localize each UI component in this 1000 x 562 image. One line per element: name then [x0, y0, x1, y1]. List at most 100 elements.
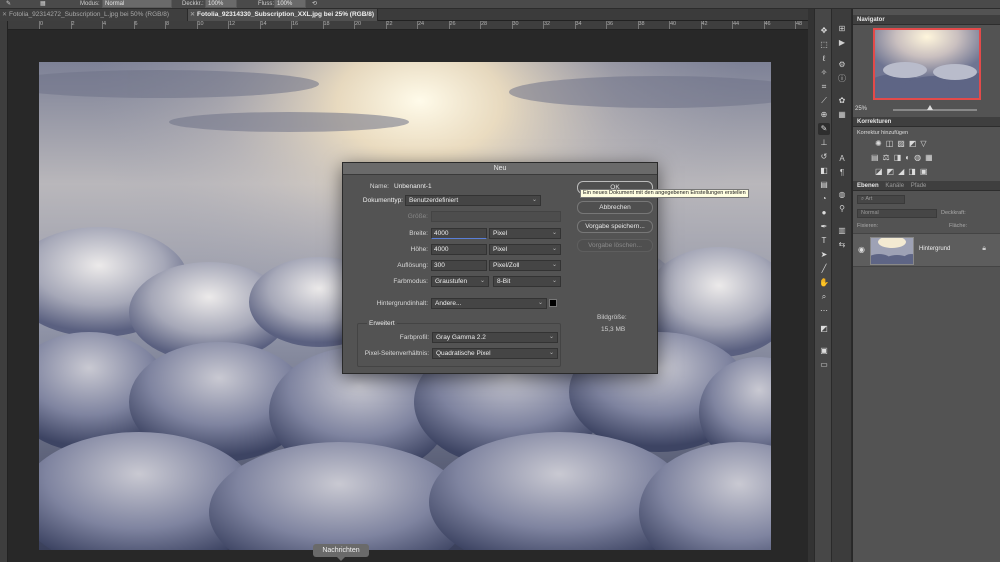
save-preset-button[interactable]: Vorgabe speichern...: [577, 220, 653, 233]
ruler-label: 22: [386, 21, 393, 27]
opacity-field[interactable]: 100%: [205, 0, 237, 8]
crop-tool-icon[interactable]: ⌗: [818, 81, 830, 93]
right-panels: Navigator 25% Korrekturen Korrektur hinz…: [853, 9, 1000, 562]
adjustment-icons-row-3[interactable]: ◪◩◢◨▣: [875, 167, 931, 176]
tab-layers[interactable]: Ebenen: [857, 183, 879, 189]
ruler-label: 12: [229, 21, 236, 27]
lock-icon[interactable]: 🔒︎: [982, 245, 986, 253]
layer-filter-select[interactable]: ⌕ Art: [857, 195, 905, 204]
options-bar: ✎ ▦ Modus: Normal Deckkr.: 100% Fluss: 1…: [0, 0, 1000, 9]
chevron-down-icon: ⌄: [548, 350, 554, 356]
tab-channels[interactable]: Kanäle: [885, 183, 904, 189]
pen-tool-icon[interactable]: ✒: [818, 221, 830, 233]
pixel-aspect-select[interactable]: Quadratische Pixel ⌄: [432, 348, 558, 359]
airbrush-icon[interactable]: ⟲: [312, 0, 317, 8]
zoom-tool-icon[interactable]: ⌕: [818, 291, 830, 303]
gradient-tool-icon[interactable]: ▤: [818, 179, 830, 191]
doctype-label: Dokumenttyp:: [362, 197, 403, 204]
layer-thumbnail[interactable]: [870, 237, 914, 265]
resolution-unit-select[interactable]: Pixel/Zoll ⌄: [489, 260, 561, 271]
color-icon[interactable]: ✿: [836, 95, 848, 107]
clone-source-icon[interactable]: ⚲: [836, 203, 848, 215]
zoom-slider[interactable]: [893, 109, 977, 111]
healing-tool-icon[interactable]: ⊕: [818, 109, 830, 121]
zoom-slider-knob[interactable]: [927, 105, 933, 110]
adjustment-icons-row-2[interactable]: ▤⚖◨◐◍▦: [871, 153, 937, 162]
doctype-select[interactable]: Benutzerdefiniert ⌄: [405, 195, 541, 206]
navigator-thumbnail[interactable]: [873, 28, 981, 100]
width-input[interactable]: 4000: [431, 228, 487, 239]
ruler-label: 18: [323, 21, 330, 27]
eraser-tool-icon[interactable]: ◧: [818, 165, 830, 177]
height-input[interactable]: 4000: [431, 244, 487, 255]
width-unit-select[interactable]: Pixel ⌄: [489, 228, 561, 239]
quick-select-tool-icon[interactable]: ✧: [818, 67, 830, 79]
close-icon[interactable]: ✕: [2, 9, 7, 21]
stamp-tool-icon[interactable]: ⊥: [818, 137, 830, 149]
marquee-tool-icon[interactable]: ⬚: [818, 39, 830, 51]
brush-settings-icon[interactable]: ▦: [40, 0, 46, 8]
ruler-horizontal: 0 2 4 6 8 10 12 14 16 18 20 22 24 26 28 30 32 34 36 38 40 42 4…: [8, 21, 808, 30]
brush-tool-icon[interactable]: ✎: [6, 0, 11, 8]
image-size-value: 15,3 MB: [601, 326, 626, 333]
swatches-icon[interactable]: ▦: [836, 109, 848, 121]
tool-bar: ✥ ⬚ ℓ ✧ ⌗ ⟋ ⊕ ✎ ⊥ ↺ ◧ ▤ ◔ ● ✒ T ➤ ╱ ✋ ⌕ …: [814, 9, 832, 562]
tab-document-1[interactable]: ✕ Fotolia_92314272_Subscription_L.jpg be…: [0, 9, 188, 21]
ruler-label: 36: [607, 21, 614, 27]
properties-icon[interactable]: ⚙: [836, 59, 848, 71]
tab-document-2[interactable]: ✕ Fotolia_92314330_Subscription_XXL.jpg …: [188, 9, 378, 21]
zoom-value[interactable]: 25%: [855, 106, 867, 112]
path-select-tool-icon[interactable]: ➤: [818, 249, 830, 261]
ruler-label: 30: [512, 21, 519, 27]
blur-tool-icon[interactable]: ◔: [818, 193, 830, 205]
actions-icon[interactable]: ▶: [836, 37, 848, 49]
screen-mode-icon[interactable]: ▭: [818, 359, 830, 371]
navigator-panel-header[interactable]: Navigator: [853, 15, 1000, 25]
name-value[interactable]: Unbenannt-1: [394, 183, 432, 190]
ruler-label: 4: [103, 21, 107, 27]
line-tool-icon[interactable]: ╱: [818, 263, 830, 275]
bitdepth-select[interactable]: 8-Bit ⌄: [493, 276, 561, 287]
resolution-label: Auflösung:: [397, 262, 428, 269]
notifications-bubble[interactable]: Nachrichten: [313, 544, 369, 561]
advanced-label[interactable]: Erweitert: [367, 320, 397, 327]
background-color-swatch[interactable]: [549, 299, 557, 307]
close-icon[interactable]: ✕: [190, 9, 195, 21]
flow-field[interactable]: 100%: [274, 0, 306, 8]
lasso-tool-icon[interactable]: ℓ: [818, 53, 830, 65]
profile-select[interactable]: Gray Gamma 2.2 ⌄: [432, 332, 558, 343]
dodge-tool-icon[interactable]: ●: [818, 207, 830, 219]
layer-name[interactable]: Hintergrund: [919, 246, 950, 252]
corrections-panel-header[interactable]: Korrekturen: [853, 117, 1000, 127]
height-unit-select[interactable]: Pixel ⌄: [489, 244, 561, 255]
brush-tool-icon[interactable]: ✎: [818, 123, 830, 135]
blend-mode-select[interactable]: Normal: [857, 209, 937, 218]
chevron-down-icon: ⌄: [551, 246, 557, 252]
ruler-label: 48: [796, 21, 803, 27]
adjust-icon[interactable]: ⇆: [836, 239, 848, 251]
layer-comps-icon[interactable]: ▥: [836, 225, 848, 237]
info-icon[interactable]: ⓘ: [836, 73, 848, 85]
tab-paths[interactable]: Pfade: [911, 183, 927, 189]
background-select[interactable]: Andere... ⌄: [431, 298, 547, 309]
visibility-eye-icon[interactable]: ◉: [858, 245, 865, 254]
resolution-input[interactable]: 300: [431, 260, 487, 271]
eyedropper-tool-icon[interactable]: ⟋: [818, 95, 830, 107]
hand-tool-icon[interactable]: ✋: [818, 277, 830, 289]
brushes-icon[interactable]: ◍: [836, 189, 848, 201]
layer-row[interactable]: ◉ Hintergrund 🔒︎: [853, 233, 1000, 267]
colormode-select[interactable]: Graustufen ⌄: [431, 276, 489, 287]
move-tool-icon[interactable]: ✥: [818, 25, 830, 37]
cancel-button[interactable]: Abbrechen: [577, 201, 653, 214]
adjustment-icons-row-1[interactable]: ✺◫▨◩▽: [875, 139, 931, 148]
type-tool-icon[interactable]: T: [818, 235, 830, 247]
quick-mask-icon[interactable]: ▣: [818, 345, 830, 357]
mode-select[interactable]: Normal: [102, 0, 172, 8]
paragraph-icon[interactable]: ¶: [836, 167, 848, 179]
ruler-label: 34: [575, 21, 582, 27]
history-brush-tool-icon[interactable]: ↺: [818, 151, 830, 163]
character-icon[interactable]: A: [836, 153, 848, 165]
more-tools-icon[interactable]: ⋯: [818, 305, 830, 317]
history-icon[interactable]: ⊞: [836, 23, 848, 35]
color-swatches-icon[interactable]: ◩: [818, 323, 830, 335]
